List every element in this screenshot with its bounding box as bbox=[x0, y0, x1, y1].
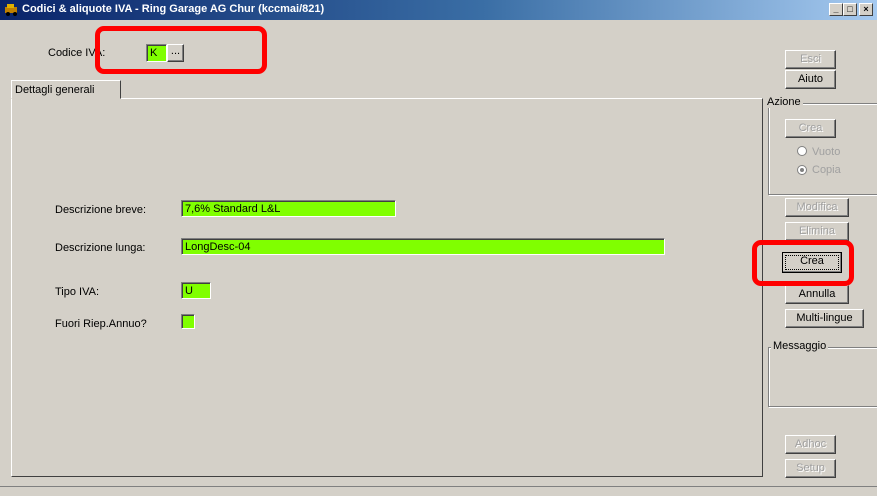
vuoto-radio[interactable] bbox=[797, 146, 807, 156]
tipo-iva-label: Tipo IVA: bbox=[55, 286, 100, 298]
window-title: Codici & aliquote IVA - Ring Garage AG C… bbox=[22, 3, 325, 15]
minimize-button[interactable]: _ bbox=[829, 3, 843, 16]
app-icon bbox=[5, 4, 17, 16]
fuori-riep-field[interactable] bbox=[181, 314, 195, 329]
copia-label: Copia bbox=[812, 164, 841, 176]
vuoto-label: Vuoto bbox=[812, 146, 841, 158]
adhoc-button[interactable]: Adhoc bbox=[785, 435, 836, 454]
tipo-iva-field[interactable]: U bbox=[181, 282, 211, 299]
tab-dettagli-generali[interactable]: Dettagli generali bbox=[11, 80, 121, 99]
messaggio-title: Messaggio bbox=[771, 340, 829, 352]
multi-lingue-button[interactable]: Multi-lingue bbox=[785, 309, 864, 328]
descrizione-lunga-field[interactable]: LongDesc-04 bbox=[181, 238, 665, 255]
crea-disabled-button[interactable]: Crea bbox=[785, 119, 836, 138]
modifica-button[interactable]: Modifica bbox=[785, 198, 849, 217]
close-button[interactable]: × bbox=[859, 3, 873, 16]
descrizione-lunga-label: Descrizione lunga: bbox=[55, 242, 146, 254]
maximize-button[interactable]: □ bbox=[843, 3, 857, 16]
annulla-button[interactable]: Annulla bbox=[785, 285, 849, 304]
esci-button[interactable]: Esci bbox=[785, 50, 836, 69]
descrizione-breve-label: Descrizione breve: bbox=[55, 204, 147, 216]
setup-button[interactable]: Setup bbox=[785, 459, 836, 478]
descrizione-breve-field[interactable]: 7,6% Standard L&L bbox=[181, 200, 396, 217]
title-bar[interactable]: Codici & aliquote IVA - Ring Garage AG C… bbox=[0, 0, 877, 20]
tab-label: Dettagli generali bbox=[15, 84, 95, 96]
messaggio-group bbox=[768, 347, 877, 407]
copia-radio[interactable] bbox=[797, 165, 807, 175]
tab-panel bbox=[11, 98, 763, 477]
highlight-codice bbox=[95, 26, 267, 74]
fuori-riep-label: Fuori Riep.Annuo? bbox=[55, 318, 147, 330]
aiuto-button[interactable]: Aiuto bbox=[785, 70, 836, 89]
azione-title: Azione bbox=[765, 96, 803, 108]
highlight-crea bbox=[752, 240, 854, 286]
elimina-button[interactable]: Elimina bbox=[785, 222, 849, 241]
